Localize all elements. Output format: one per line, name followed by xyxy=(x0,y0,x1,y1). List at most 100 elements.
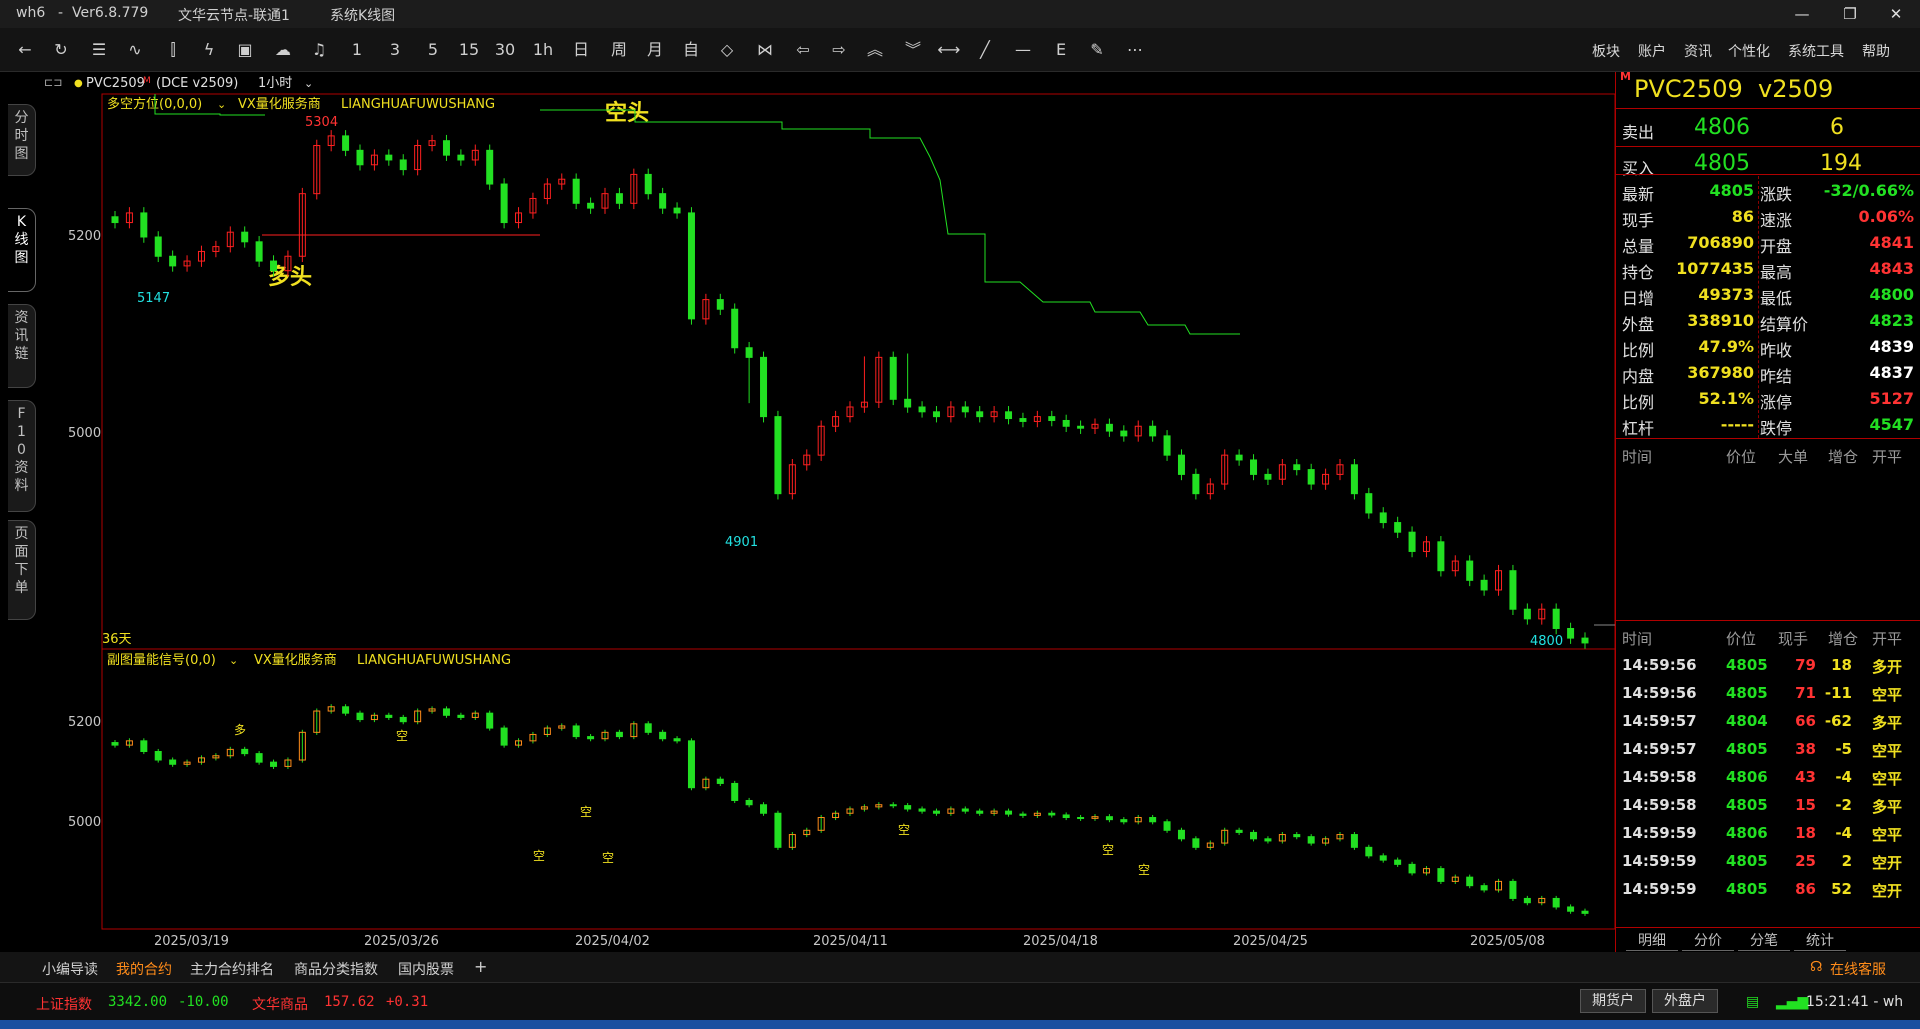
period-3[interactable]: 3 xyxy=(382,38,408,62)
quote-tab[interactable]: 统计 xyxy=(1794,930,1846,951)
menu-help[interactable]: 帮助 xyxy=(1862,41,1890,61)
quote-tab[interactable]: 分价 xyxy=(1682,930,1734,951)
indicator-icon[interactable]: ϟ xyxy=(196,38,222,62)
menu-personalize[interactable]: 个性化 xyxy=(1728,41,1770,61)
refresh-icon[interactable]: ↻ xyxy=(48,38,74,62)
calculator-icon[interactable]: ▣ xyxy=(232,38,258,62)
overseas-account-button[interactable]: 外盘户 xyxy=(1652,989,1718,1013)
close-button[interactable]: ✕ xyxy=(1876,2,1916,26)
tab-my-contracts[interactable]: 我的合约 xyxy=(116,959,172,979)
horizontal-line-icon[interactable]: — xyxy=(1010,38,1036,62)
down-icon[interactable]: ︾ xyxy=(900,38,926,62)
tab-order[interactable]: 页面下单 xyxy=(8,520,36,620)
futures-account-button[interactable]: 期货户 xyxy=(1580,989,1646,1013)
candle-body xyxy=(644,723,652,733)
candle-body xyxy=(1466,876,1474,887)
add-tab-button[interactable]: + xyxy=(474,957,487,976)
chart-period[interactable]: 1小时 xyxy=(258,76,292,91)
period-5[interactable]: 5 xyxy=(420,38,446,62)
candle-body xyxy=(615,193,623,204)
period-1[interactable]: 1 xyxy=(344,38,370,62)
candle-body xyxy=(572,725,580,738)
candle-body xyxy=(904,398,912,408)
headset-icon[interactable]: ☊ xyxy=(1810,959,1822,975)
signal-short: 空 xyxy=(580,805,592,819)
restore-button[interactable]: ❐ xyxy=(1830,2,1870,26)
online-service[interactable]: 在线客服 xyxy=(1830,959,1886,979)
line-chart-icon[interactable]: ∿ xyxy=(122,38,148,62)
tab-domestic-stocks[interactable]: 国内股票 xyxy=(398,959,454,979)
tab-news-chain[interactable]: 资讯链 xyxy=(8,304,36,388)
tab-commodity-index[interactable]: 商品分类指数 xyxy=(294,959,378,979)
tab-f10[interactable]: F10资料 xyxy=(8,400,36,512)
tab-kline[interactable]: K线图 xyxy=(8,208,36,292)
menu-news[interactable]: 资讯 xyxy=(1684,41,1712,61)
period-dropdown-icon[interactable]: ⌄ xyxy=(304,77,313,90)
up-icon[interactable]: ︽ xyxy=(862,38,888,62)
network-icon: ▤ xyxy=(1746,994,1760,1010)
tab-timeshare[interactable]: 分时图 xyxy=(8,104,36,176)
scroll-right-icon[interactable]: ⇨ xyxy=(826,38,852,62)
candle-body xyxy=(399,159,407,171)
menu-tools[interactable]: 系统工具 xyxy=(1788,41,1844,61)
more-icon[interactable]: ⋯ xyxy=(1122,38,1148,62)
quote-field-row: 日增 49373 最低 4800 xyxy=(1620,282,1916,308)
list-icon[interactable]: ☰ xyxy=(86,38,112,62)
column-header: 增仓 xyxy=(1828,630,1859,648)
field-value: 4837 xyxy=(1869,363,1914,382)
candle-body xyxy=(1048,812,1056,816)
scroll-left-icon[interactable]: ⇦ xyxy=(790,38,816,62)
ask-price: 4806 xyxy=(1694,115,1750,140)
zoom-in-icon[interactable]: ◇ xyxy=(714,38,740,62)
field-label: 跌停 xyxy=(1760,419,1793,438)
period-day[interactable]: 日 xyxy=(568,38,594,62)
period-15[interactable]: 15 xyxy=(456,38,482,62)
field-label: 日增 xyxy=(1622,289,1655,308)
signal-icon: ▂▄▆ xyxy=(1776,994,1809,1010)
last-annotation: 4800 xyxy=(1530,634,1563,649)
kline-chart[interactable]: 5200 5000 5200 5000 ⊏⊐ ● PVC2509 M (DCE … xyxy=(40,72,1618,952)
candle-body xyxy=(1005,411,1013,420)
draw-line-icon[interactable]: ╱ xyxy=(972,38,998,62)
chart-area[interactable]: 5200 5000 5200 5000 ⊏⊐ ● PVC2509 M (DCE … xyxy=(40,72,1618,952)
candle-icon[interactable]: ⫿ xyxy=(160,38,186,62)
cloud-icon[interactable]: ☁ xyxy=(270,38,296,62)
signal-short: 空 xyxy=(898,823,910,837)
quote-tab[interactable]: 明细 xyxy=(1626,930,1678,951)
zoom-out-icon[interactable]: ⋈ xyxy=(752,38,778,62)
menu-account[interactable]: 账户 xyxy=(1638,41,1666,61)
period-month[interactable]: 月 xyxy=(642,38,668,62)
text-tool-icon[interactable]: Ε xyxy=(1048,38,1074,62)
large-order-header: 时间 价位 大单 增仓 开平 xyxy=(1616,446,1920,468)
quote-panel: M PVC2509 v2509 卖出 4806 6 买入 4805 194 最新… xyxy=(1615,70,1920,952)
tick-price: 4805 xyxy=(1726,796,1768,814)
eraser-icon[interactable]: ✎ xyxy=(1084,38,1110,62)
tick-type: 空平 xyxy=(1872,742,1903,760)
candle-body xyxy=(154,751,162,761)
period-week[interactable]: 周 xyxy=(606,38,632,62)
tab-editor-guide[interactable]: 小编导读 xyxy=(42,959,98,979)
period-30[interactable]: 30 xyxy=(492,38,518,62)
sub-dropdown-icon[interactable]: ⌄ xyxy=(229,654,238,667)
minimize-button[interactable]: — xyxy=(1782,2,1822,26)
tick-oi-change: -4 xyxy=(1835,824,1852,842)
period-1h[interactable]: 1h xyxy=(530,38,556,62)
candle-body xyxy=(760,356,768,418)
custom-period-icon[interactable]: 自 xyxy=(678,38,704,62)
quote-tab[interactable]: 分笔 xyxy=(1738,930,1790,951)
tick-volume: 79 xyxy=(1795,656,1816,674)
indicator-dropdown-icon[interactable]: ⌄ xyxy=(217,98,226,111)
field-label: 内盘 xyxy=(1622,367,1655,386)
menu-sectors[interactable]: 板块 xyxy=(1592,41,1620,61)
ask-row: 卖出 4806 6 xyxy=(1620,112,1916,144)
candle-body xyxy=(904,805,912,810)
tab-main-ranking[interactable]: 主力合约排名 xyxy=(190,959,274,979)
candle-body xyxy=(745,799,753,806)
field-label: 最高 xyxy=(1760,263,1793,282)
alarm-icon[interactable]: ♫ xyxy=(306,38,332,62)
back-icon[interactable]: ← xyxy=(12,38,38,62)
candle-body xyxy=(976,810,984,814)
high-annotation: 5304 xyxy=(305,115,338,130)
crosshair-icon[interactable]: ⟷ xyxy=(936,38,962,62)
candle-body xyxy=(587,202,595,209)
